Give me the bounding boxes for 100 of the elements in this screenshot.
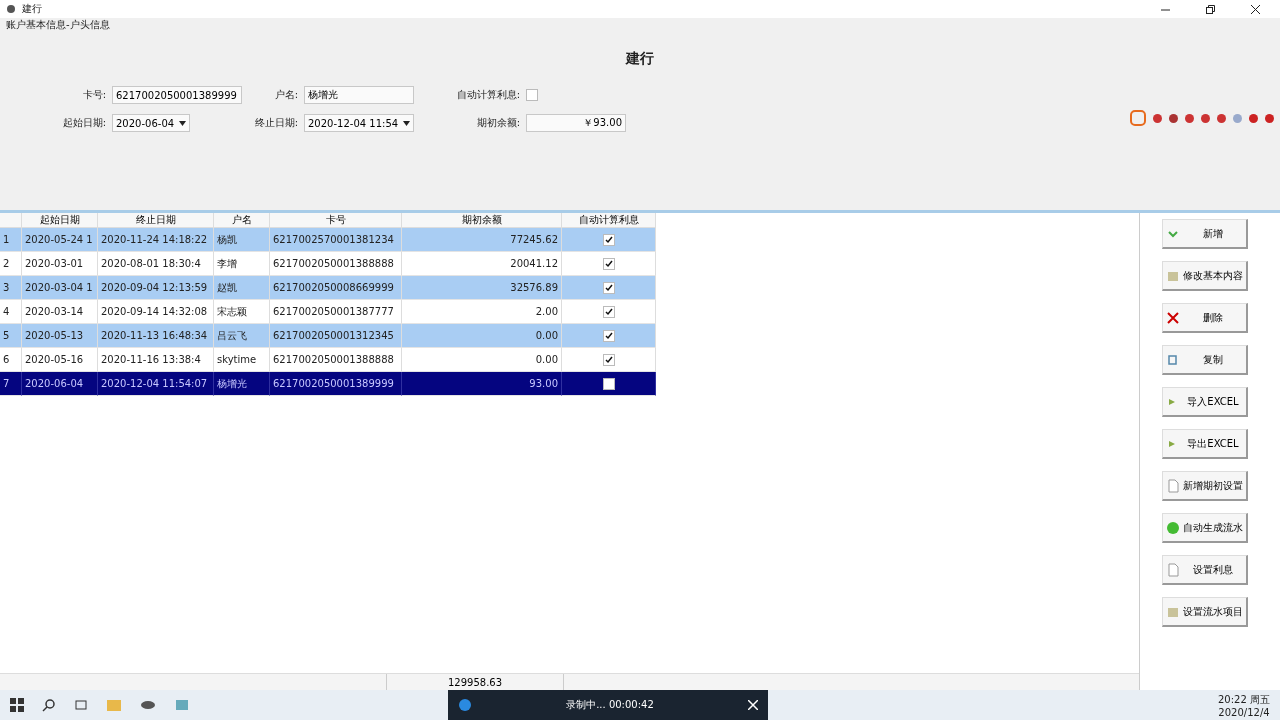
table-cell: 2020-11-13 16:48:34 (98, 324, 214, 348)
table-cell: 6217002050001312345 (270, 324, 402, 348)
field-label: 自动计算利息: (455, 88, 520, 102)
app-icon[interactable] (140, 698, 156, 712)
date-value: 2020-12-04 11:54 (308, 117, 399, 129)
row-checkbox[interactable] (602, 233, 615, 246)
row-number: 2 (0, 252, 22, 276)
table-cell: 6217002050008669999 (270, 276, 402, 300)
row-number: 4 (0, 300, 22, 324)
action-button[interactable]: 新增 (1162, 219, 1248, 249)
recording-status: 录制中... 00:00:42 (565, 698, 655, 712)
row-number: 6 (0, 348, 22, 372)
table-cell: 2020-06-04 (22, 372, 98, 396)
row-number: 3 (0, 276, 22, 300)
field-label: 户名: (273, 88, 298, 102)
page-icon (1166, 478, 1180, 493)
windows-icon[interactable] (10, 698, 24, 712)
table-cell: 2020-05-13 (22, 324, 98, 348)
column-header[interactable]: 终止日期 (98, 213, 214, 228)
caret-icon[interactable] (403, 120, 410, 126)
table-cell: 6217002050001388888 (270, 348, 402, 372)
table-cell: 93.00 (402, 372, 562, 396)
ime-logo-icon (1130, 110, 1146, 126)
action-button[interactable]: 导入EXCEL (1162, 387, 1248, 417)
date-picker[interactable]: 2020-12-04 11:54 (304, 114, 414, 132)
restore-icon[interactable] (1206, 4, 1215, 14)
close-icon (1166, 310, 1180, 325)
table-cell: 20041.12 (402, 252, 562, 276)
action-button[interactable]: 修改基本内容 (1162, 261, 1248, 291)
column-header[interactable]: 卡号 (270, 213, 402, 228)
table-cell: 2020-09-04 12:13:59 (98, 276, 214, 300)
table-cell: 6217002050001387777 (270, 300, 402, 324)
table-cell: 2020-03-14 (22, 300, 98, 324)
table-cell: 2020-11-16 13:38:4 (98, 348, 214, 372)
table-cell: 赵凯 (214, 276, 270, 300)
action-button[interactable]: 复制 (1162, 345, 1248, 375)
date-picker[interactable]: 2020-06-04 (112, 114, 190, 132)
table-cell: 2020-09-14 14:32:08 (98, 300, 214, 324)
table-cell: 2020-05-16 (22, 348, 98, 372)
table-cell: 6217002050001389999 (270, 372, 402, 396)
column-header[interactable]: 户名 (214, 213, 270, 228)
row-checkbox[interactable] (602, 281, 615, 294)
close-icon[interactable] (1251, 4, 1260, 14)
column-header[interactable]: 期初余额 (402, 213, 562, 228)
row-number: 1 (0, 228, 22, 252)
field-label: 终止日期: (253, 116, 298, 130)
clock-date: 2020/12/4 (1218, 706, 1270, 718)
table-cell: 6217002570001381234 (270, 228, 402, 252)
auto-checkbox[interactable] (526, 89, 538, 101)
app-icon (6, 4, 16, 14)
row-number: 7 (0, 372, 22, 396)
table-cell: 2020-03-01 (22, 252, 98, 276)
recorder-icon (458, 698, 472, 712)
action-button[interactable]: 删除 (1162, 303, 1248, 333)
table-cell: 2020-12-04 11:54:07 (98, 372, 214, 396)
search-icon[interactable] (42, 698, 56, 712)
task-view-icon[interactable] (74, 698, 88, 712)
column-header[interactable]: 自动计算利息 (562, 213, 656, 228)
table-cell: 0.00 (402, 348, 562, 372)
table-cell: 吕云飞 (214, 324, 270, 348)
row-checkbox[interactable] (602, 377, 615, 390)
field-label: 起始日期: (61, 116, 106, 130)
row-checkbox[interactable] (602, 305, 615, 318)
action-button[interactable]: 导出EXCEL (1162, 429, 1248, 459)
table-cell: 2020-11-24 14:18:22 (98, 228, 214, 252)
table-cell: 2020-08-01 18:30:4 (98, 252, 214, 276)
table-cell: 77245.62 (402, 228, 562, 252)
table-cell: skytime (214, 348, 270, 372)
field-label: 卡号: (81, 88, 106, 102)
name-field[interactable]: 杨增光 (304, 86, 414, 104)
action-button[interactable]: 新增期初设置 (1162, 471, 1248, 501)
table-cell: 杨凯 (214, 228, 270, 252)
table-cell: 32576.89 (402, 276, 562, 300)
action-button[interactable]: 自动生成流水 (1162, 513, 1248, 543)
copy-icon (1166, 352, 1180, 367)
row-checkbox[interactable] (602, 353, 615, 366)
row-number: 5 (0, 324, 22, 348)
table-cell: 0.00 (402, 324, 562, 348)
field-label: 期初余额: (475, 116, 520, 130)
row-checkbox[interactable] (602, 257, 615, 270)
window-title: 建行 (22, 2, 42, 16)
page-icon (1166, 562, 1180, 577)
row-header-corner (0, 213, 22, 228)
page-heading: 建行 (626, 50, 654, 68)
table-cell: 宋志颖 (214, 300, 270, 324)
column-header[interactable]: 起始日期 (22, 213, 98, 228)
action-button[interactable]: 设置利息 (1162, 555, 1248, 585)
card-field[interactable]: 6217002050001389999 (112, 86, 242, 104)
date-value: 2020-06-04 (116, 117, 175, 129)
action-button[interactable]: 设置流水项目 (1162, 597, 1248, 627)
clock-time: 20:22 周五 (1218, 692, 1270, 707)
table-cell: 李增 (214, 252, 270, 276)
table-cell: 杨增光 (214, 372, 270, 396)
balance-field[interactable]: ￥93.00 (526, 114, 626, 132)
group-title: 账户基本信息-户头信息 (6, 18, 111, 32)
table-cell: 6217002050001388888 (270, 252, 402, 276)
caret-icon[interactable] (179, 120, 186, 126)
table-cell: 2020-03-04 1 (22, 276, 98, 300)
table-cell: 2020-05-24 1 (22, 228, 98, 252)
row-checkbox[interactable] (602, 329, 615, 342)
